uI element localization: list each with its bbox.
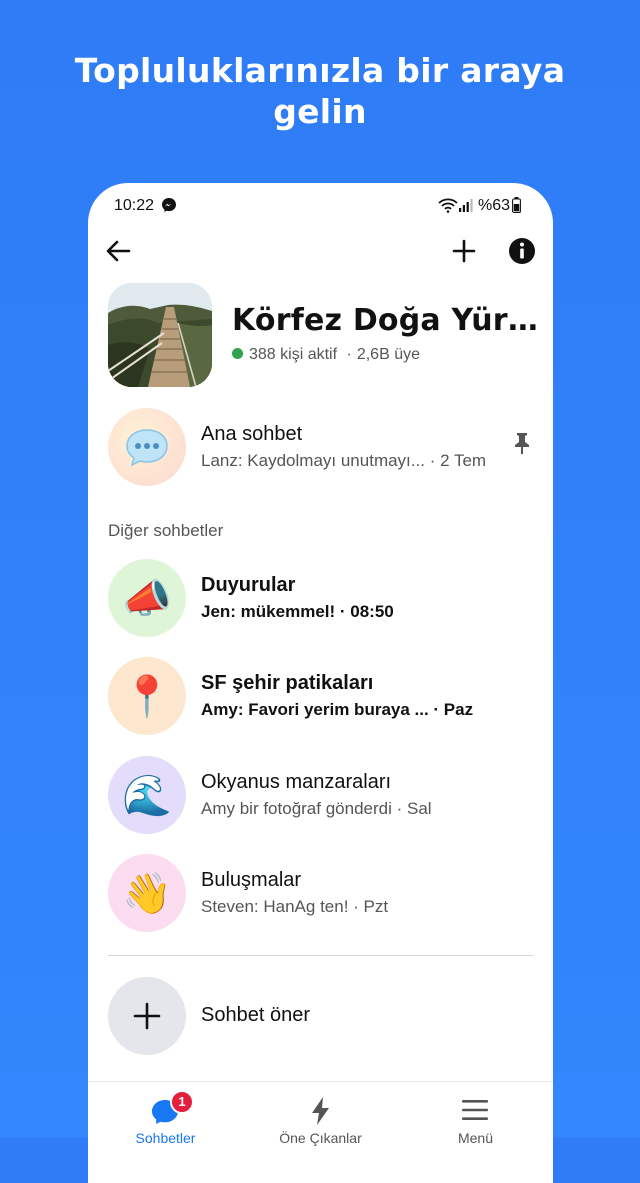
back-arrow-icon[interactable] bbox=[102, 235, 134, 267]
chat-preview: Amy: Favori yerim buraya ... · Paz bbox=[201, 700, 474, 719]
chat-title: Okyanus manzaraları bbox=[201, 771, 392, 793]
headline-line-1: Topluluklarınızla bir araya bbox=[74, 51, 566, 90]
main-chat-preview: Lanz: Kaydolmayı unutmayı... · 2 Tem bbox=[201, 451, 486, 471]
divider bbox=[108, 955, 533, 956]
chat-row[interactable]: 📣 Duyurular Jen: mükemmel! · 08:50 bbox=[88, 552, 553, 642]
chat-row[interactable]: 👋 Buluşmalar Steven: HanAg ten! · Pzt bbox=[88, 847, 553, 937]
chat-row[interactable]: 📍 SF şehir patikaları Amy: Favori yerim bu… bbox=[88, 650, 553, 740]
group-photo[interactable] bbox=[108, 283, 212, 387]
wave-icon: 🌊 bbox=[108, 756, 186, 834]
nav-menu[interactable]: Menü bbox=[398, 1082, 553, 1183]
waving-hand-icon: 👋 bbox=[108, 854, 186, 932]
main-chat-time: · 2 Tem bbox=[429, 451, 487, 470]
nav-highlights[interactable]: Öne Çıkanlar bbox=[243, 1082, 398, 1183]
chat-row[interactable]: 🌊 Okyanus manzaraları Amy bir fotoğraf gön… bbox=[88, 749, 553, 839]
trail-stairs-photo bbox=[108, 283, 212, 387]
hamburger-icon bbox=[462, 1100, 488, 1120]
meta-separator: · bbox=[346, 346, 352, 363]
chat-preview: Jen: mükemmel! · 08:50 bbox=[201, 602, 394, 621]
section-label: Diğer sohbetler bbox=[108, 521, 224, 540]
member-count: 2,6B üye bbox=[356, 346, 420, 363]
headline-line-2: gelin bbox=[273, 92, 367, 131]
wifi-icon bbox=[438, 198, 458, 213]
main-chat-row[interactable]: Ana sohbet Lanz: Kaydolmayı unutmayı... … bbox=[88, 401, 553, 491]
pushpin-icon: 📍 bbox=[108, 657, 186, 735]
nav-chats[interactable]: 1 Sohbetler bbox=[88, 1082, 243, 1183]
group-meta: 388 kişi aktif · 2,6B üye bbox=[232, 346, 420, 364]
info-icon[interactable] bbox=[506, 235, 538, 267]
chat-preview: Amy bir fotoğraf gönderdi · Sal bbox=[201, 799, 432, 818]
bottom-nav: 1 Sohbetler Öne Çıkanlar Menü bbox=[88, 1081, 553, 1183]
battery-text: %63 bbox=[478, 197, 511, 214]
online-dot bbox=[232, 348, 243, 359]
signal-icon bbox=[459, 199, 473, 212]
headline: Topluluklarınızla bir araya gelin bbox=[0, 50, 640, 132]
status-time: 10:22 bbox=[114, 197, 155, 214]
status-bar: 10:22 %63 bbox=[88, 183, 553, 227]
chat-title: Buluşmalar bbox=[201, 869, 302, 891]
nav-chats-label: Sohbetler bbox=[135, 1130, 196, 1146]
phone-screen: 10:22 %63 Körfez Doğa Yürü 388 kişi akti… bbox=[88, 183, 553, 1183]
chats-badge: 1 bbox=[170, 1090, 194, 1114]
suggest-chat-button[interactable]: Sohbet öner bbox=[88, 973, 553, 1055]
main-chat-preview-text: Lanz: Kaydolmayı unutmayı... bbox=[201, 451, 425, 470]
pin-icon bbox=[515, 433, 529, 454]
chat-preview: Steven: HanAg ten! · Pzt bbox=[201, 897, 389, 916]
chat-title: Duyurular bbox=[201, 574, 296, 596]
nav-highlights-label: Öne Çıkanlar bbox=[279, 1130, 362, 1146]
active-count: 388 kişi aktif bbox=[249, 346, 338, 363]
suggest-chat-label: Sohbet öner bbox=[201, 1004, 310, 1026]
group-name: Körfez Doğa Yürüyü... bbox=[232, 303, 542, 338]
chat-title: SF şehir patikaları bbox=[201, 672, 374, 694]
plus-icon bbox=[108, 977, 186, 1055]
top-bar bbox=[88, 231, 553, 275]
megaphone-icon: 📣 bbox=[108, 559, 186, 637]
add-icon[interactable] bbox=[448, 235, 480, 267]
nav-menu-label: Menü bbox=[457, 1130, 494, 1146]
speech-bubble-icon bbox=[108, 408, 186, 486]
lightning-icon bbox=[312, 1097, 329, 1125]
messenger-icon bbox=[162, 198, 176, 212]
main-chat-title: Ana sohbet bbox=[201, 423, 303, 445]
battery-icon bbox=[512, 197, 521, 213]
